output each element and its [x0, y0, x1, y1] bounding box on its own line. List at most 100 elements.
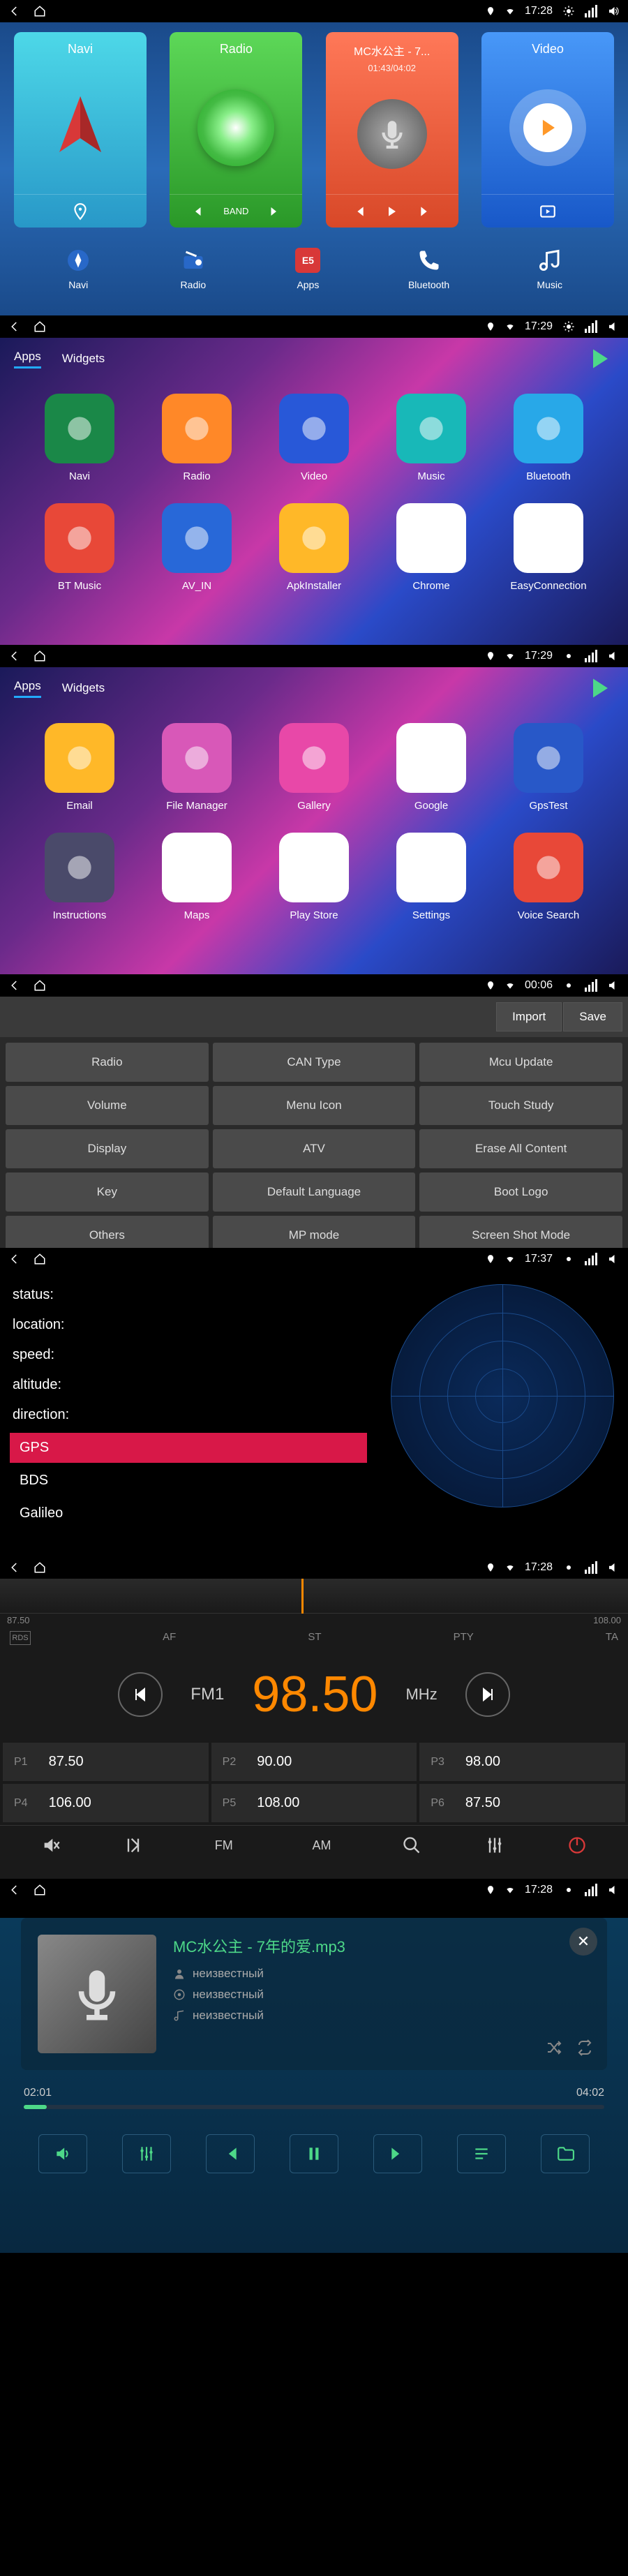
play-pause-icon[interactable]: [385, 204, 399, 218]
import-button[interactable]: Import: [496, 1002, 562, 1032]
repeat-icon[interactable]: [576, 2039, 593, 2056]
back-icon[interactable]: [8, 320, 21, 333]
rds-label[interactable]: RDS: [10, 1631, 31, 1645]
ta-label[interactable]: TA: [606, 1631, 618, 1645]
band-label[interactable]: FM1: [190, 1685, 224, 1704]
radio-tile[interactable]: Radio BAND: [170, 32, 302, 228]
home-icon[interactable]: [33, 320, 46, 333]
app-playstore[interactable]: Play Store: [262, 833, 366, 921]
video-tile[interactable]: Video: [481, 32, 614, 228]
scan-icon[interactable]: [124, 1836, 143, 1855]
setting-touchstudy[interactable]: Touch Study: [419, 1086, 622, 1125]
navi-tile[interactable]: Navi: [14, 32, 147, 228]
home-icon[interactable]: [33, 1561, 46, 1574]
volume-icon[interactable]: [607, 650, 620, 662]
preset-p4[interactable]: P4106.00: [3, 1784, 209, 1822]
radio-dial[interactable]: [0, 1579, 628, 1614]
back-icon[interactable]: [8, 1253, 21, 1265]
pause-button[interactable]: [290, 2134, 338, 2173]
mute-icon[interactable]: [41, 1836, 61, 1855]
next-icon[interactable]: [268, 205, 281, 218]
app-instructions[interactable]: Instructions: [28, 833, 131, 921]
prev-button[interactable]: [206, 2134, 255, 2173]
sat-gps[interactable]: GPS: [10, 1433, 367, 1463]
dock-bluetooth[interactable]: Bluetooth: [408, 246, 449, 290]
brightness-icon[interactable]: [562, 1253, 575, 1265]
play-store-icon[interactable]: [589, 676, 614, 701]
app-navi[interactable]: Navi: [28, 394, 131, 482]
volume-icon[interactable]: [607, 5, 620, 17]
home-icon[interactable]: [33, 5, 46, 17]
power-icon[interactable]: [567, 1836, 587, 1855]
app-avin[interactable]: AV_IN: [145, 503, 248, 592]
home-icon[interactable]: [33, 650, 46, 662]
app-voicesearch[interactable]: Voice Search: [497, 833, 600, 921]
app-email[interactable]: Email: [28, 723, 131, 812]
eq-button[interactable]: [122, 2134, 171, 2173]
back-icon[interactable]: [8, 650, 21, 662]
setting-volume[interactable]: Volume: [6, 1086, 209, 1125]
setting-mpmode[interactable]: MP mode: [213, 1216, 416, 1248]
af-label[interactable]: AF: [163, 1631, 176, 1645]
preset-p1[interactable]: P187.50: [3, 1743, 209, 1781]
sat-galileo[interactable]: Galileo: [10, 1498, 367, 1528]
app-settings[interactable]: Settings: [380, 833, 483, 921]
app-gallery[interactable]: Gallery: [262, 723, 366, 812]
home-icon[interactable]: [33, 1884, 46, 1896]
music-tile[interactable]: MC水公主 - 7... 01:43/04:02: [326, 32, 458, 228]
back-icon[interactable]: [8, 1561, 21, 1574]
setting-bootlogo[interactable]: Boot Logo: [419, 1172, 622, 1212]
setting-others[interactable]: Others: [6, 1216, 209, 1248]
tab-widgets[interactable]: Widgets: [62, 681, 105, 695]
prev-icon[interactable]: [191, 205, 204, 218]
video-list-icon[interactable]: [539, 202, 557, 221]
preset-p5[interactable]: P5108.00: [211, 1784, 417, 1822]
preset-p2[interactable]: P290.00: [211, 1743, 417, 1781]
volume-icon[interactable]: [607, 979, 620, 992]
setting-eraseallcontent[interactable]: Erase All Content: [419, 1129, 622, 1168]
close-button[interactable]: ✕: [569, 1928, 597, 1956]
next-button[interactable]: [373, 2134, 422, 2173]
setting-mcuupdate[interactable]: Mcu Update: [419, 1043, 622, 1082]
volume-button[interactable]: [38, 2134, 87, 2173]
fm-button[interactable]: FM: [207, 1838, 241, 1853]
prev-track-icon[interactable]: [352, 204, 366, 218]
dock-apps[interactable]: E5Apps: [293, 246, 322, 290]
shuffle-icon[interactable]: [546, 2039, 562, 2056]
next-track-icon[interactable]: [419, 204, 433, 218]
app-radio[interactable]: Radio: [145, 394, 248, 482]
preset-p3[interactable]: P398.00: [419, 1743, 625, 1781]
home-icon[interactable]: [33, 1253, 46, 1265]
save-button[interactable]: Save: [563, 1002, 622, 1032]
seek-next-button[interactable]: [465, 1672, 510, 1717]
back-icon[interactable]: [8, 979, 21, 992]
app-btmusic[interactable]: BT Music: [28, 503, 131, 592]
volume-icon[interactable]: [607, 1561, 620, 1574]
tab-apps[interactable]: Apps: [14, 350, 41, 368]
app-video[interactable]: Video: [262, 394, 366, 482]
band-label[interactable]: BAND: [223, 206, 248, 216]
sat-bds[interactable]: BDS: [10, 1466, 367, 1496]
preset-p6[interactable]: P687.50: [419, 1784, 625, 1822]
folder-button[interactable]: [541, 2134, 590, 2173]
brightness-icon[interactable]: [562, 650, 575, 662]
brightness-icon[interactable]: [562, 1561, 575, 1574]
setting-screenshotmode[interactable]: Screen Shot Mode: [419, 1216, 622, 1248]
am-button[interactable]: AM: [304, 1838, 339, 1853]
brightness-icon[interactable]: [562, 1884, 575, 1896]
app-chrome[interactable]: Chrome: [380, 503, 483, 592]
dock-music[interactable]: Music: [535, 246, 565, 290]
setting-defaultlanguage[interactable]: Default Language: [213, 1172, 416, 1212]
app-maps[interactable]: Maps: [145, 833, 248, 921]
app-apkinstaller[interactable]: ApkInstaller: [262, 503, 366, 592]
back-icon[interactable]: [8, 5, 21, 17]
setting-cantype[interactable]: CAN Type: [213, 1043, 416, 1082]
home-icon[interactable]: [33, 979, 46, 992]
tab-widgets[interactable]: Widgets: [62, 352, 105, 366]
volume-icon[interactable]: [607, 320, 620, 333]
app-bluetooth[interactable]: Bluetooth: [497, 394, 600, 482]
brightness-icon[interactable]: [562, 5, 575, 17]
play-store-icon[interactable]: [589, 346, 614, 371]
back-icon[interactable]: [8, 1884, 21, 1896]
equalizer-icon[interactable]: [485, 1836, 504, 1855]
